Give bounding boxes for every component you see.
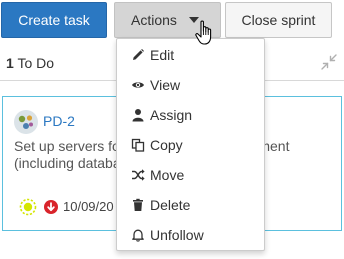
task-due-date: 10/09/20 — [63, 199, 114, 214]
shuffle-icon — [132, 169, 145, 181]
menu-item-unfollow[interactable]: Unfollow — [117, 222, 264, 248]
menu-item-copy[interactable]: Copy — [117, 132, 264, 158]
actions-dropdown-menu: Edit View Assign Copy Move Delete Unfoll… — [116, 38, 265, 251]
menu-item-label: Unfollow — [150, 227, 204, 243]
hand-cursor-icon — [195, 20, 212, 45]
actions-button-label: Actions — [131, 12, 177, 28]
avatar — [14, 110, 38, 134]
create-task-button[interactable]: Create task — [1, 2, 107, 38]
menu-item-label: Copy — [150, 137, 183, 153]
menu-item-view[interactable]: View — [117, 72, 264, 98]
user-icon — [132, 109, 144, 122]
menu-item-label: Move — [150, 167, 185, 183]
menu-item-move[interactable]: Move — [117, 162, 264, 188]
menu-item-assign[interactable]: Assign — [117, 102, 264, 128]
menu-item-label: Assign — [150, 107, 193, 123]
collapse-icon[interactable] — [321, 54, 337, 70]
column-name: To Do — [17, 55, 55, 71]
priority-high-icon — [44, 200, 58, 214]
menu-item-label: View — [150, 77, 181, 93]
trash-icon — [133, 198, 143, 211]
pencil-icon — [133, 49, 144, 60]
bell-icon — [132, 229, 144, 242]
copy-icon — [131, 138, 145, 152]
column-count: 1 — [6, 55, 14, 71]
column-header: 1 To Do — [6, 55, 54, 71]
menu-item-delete[interactable]: Delete — [117, 192, 264, 218]
menu-item-label: Edit — [150, 47, 175, 63]
task-key-link[interactable]: PD-2 — [43, 113, 75, 129]
eye-icon — [132, 82, 144, 88]
close-sprint-button[interactable]: Close sprint — [225, 2, 332, 38]
menu-item-edit[interactable]: Edit — [117, 42, 264, 68]
menu-item-label: Delete — [150, 197, 191, 213]
status-indicator-icon — [19, 198, 37, 216]
